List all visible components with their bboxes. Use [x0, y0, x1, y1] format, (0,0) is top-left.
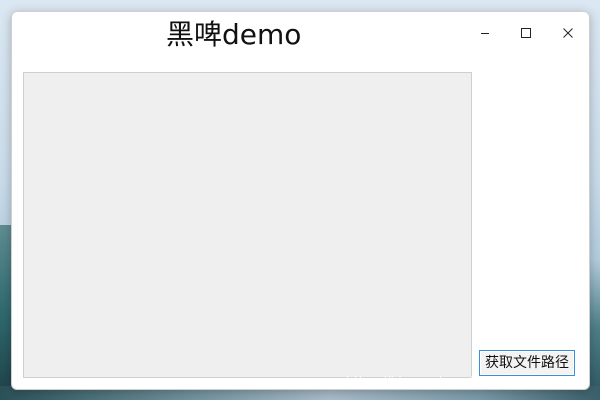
- minimize-button[interactable]: [470, 20, 500, 46]
- content-panel: [23, 72, 472, 378]
- close-icon: [562, 27, 574, 39]
- watermark: https://blog.csdn.net/qq_44111597: [346, 374, 564, 388]
- maximize-button[interactable]: [511, 20, 541, 46]
- minimize-icon: [480, 28, 490, 38]
- maximize-icon: [520, 27, 532, 39]
- close-button[interactable]: [553, 20, 583, 46]
- app-window: 黑啤demo 获取文件路径: [11, 11, 590, 390]
- window-title: 黑啤demo: [166, 18, 302, 51]
- get-file-path-button[interactable]: 获取文件路径: [479, 350, 575, 376]
